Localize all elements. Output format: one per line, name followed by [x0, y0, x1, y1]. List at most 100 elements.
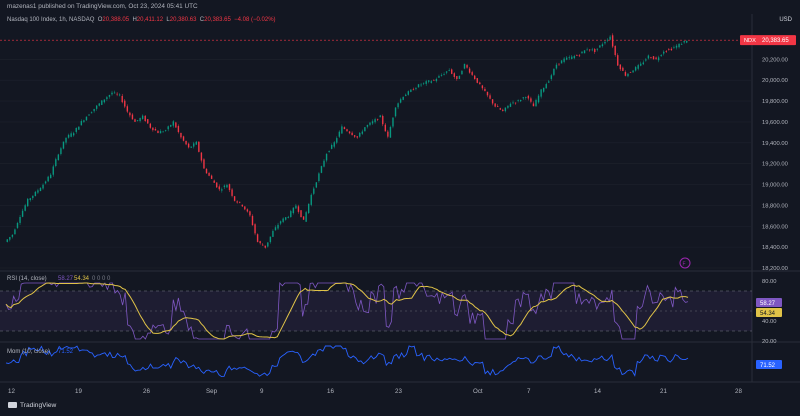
- candle-body: [57, 154, 60, 161]
- candle-body: [67, 134, 70, 138]
- candle-body: [571, 56, 573, 59]
- rsi-tick-label: 20.00: [762, 339, 777, 345]
- candle-body: [379, 115, 381, 118]
- candle-body: [655, 57, 657, 59]
- candle-body: [141, 115, 144, 119]
- candle-body: [88, 114, 90, 116]
- candle-body: [507, 105, 509, 108]
- candle-body: [65, 137, 67, 143]
- candle-body: [338, 131, 341, 137]
- candle-body: [471, 72, 473, 75]
- price-tick-label: 20,200.00: [762, 57, 788, 63]
- candle-body: [341, 126, 343, 134]
- candle-body: [474, 75, 476, 80]
- candle-body: [200, 152, 203, 161]
- candle-body: [512, 102, 514, 104]
- candle-body: [185, 140, 187, 145]
- candle-body: [292, 207, 295, 214]
- candle-series[interactable]: [6, 33, 688, 249]
- candle-body: [14, 229, 16, 235]
- time-tick-label: 12: [8, 388, 15, 395]
- candle-body: [175, 122, 177, 128]
- candle-body: [16, 222, 19, 228]
- candle-body: [295, 205, 297, 209]
- candle-body: [108, 94, 111, 97]
- chart-canvas[interactable]: 20,200.00 20,000.00 19,800.00 19,600.00 19,4…: [0, 0, 800, 416]
- candle-body: [333, 142, 335, 147]
- candle-body: [290, 211, 292, 218]
- candle-body: [302, 216, 305, 220]
- candle-body: [560, 60, 563, 64]
- candle-body: [458, 75, 461, 79]
- candle-body: [555, 64, 558, 69]
- candle-body: [249, 211, 251, 216]
- candle-body: [218, 186, 220, 190]
- candle-body: [468, 68, 471, 73]
- candle-body: [356, 136, 358, 138]
- candle-body: [80, 121, 83, 126]
- candle-body: [9, 237, 11, 240]
- candle-body: [55, 159, 57, 167]
- candle-body: [330, 144, 333, 149]
- candle-body: [476, 78, 478, 83]
- candle-body: [52, 166, 54, 175]
- candle-body: [438, 76, 440, 78]
- candle-body: [210, 175, 213, 179]
- price-axis[interactable]: 20,200.00 20,000.00 19,800.00 19,600.00 19,4…: [762, 57, 788, 272]
- candle-body: [456, 76, 458, 80]
- candle-body: [535, 99, 537, 107]
- candle-body: [683, 41, 685, 43]
- candle-body: [583, 50, 586, 54]
- last-price-tag: NDX: [744, 38, 756, 44]
- candle-body: [300, 210, 302, 218]
- candle-body: [596, 48, 599, 50]
- candle-body: [103, 99, 106, 103]
- candle-body: [254, 224, 256, 234]
- candle-body: [599, 45, 601, 48]
- candle-body: [614, 45, 616, 56]
- candle-body: [297, 206, 300, 212]
- candle-body: [665, 50, 667, 52]
- candle-body: [21, 210, 24, 217]
- candle-body: [382, 115, 384, 125]
- candle-body: [387, 131, 389, 137]
- rsi-label[interactable]: RSI (14, close): [7, 276, 47, 282]
- candle-body: [287, 216, 289, 218]
- candle-body: [425, 81, 427, 84]
- candle-body: [548, 81, 550, 83]
- time-tick-label: 7: [527, 388, 531, 395]
- candle-body: [351, 132, 353, 136]
- candle-body: [645, 59, 647, 61]
- candle-body: [604, 41, 606, 44]
- time-tick-label: 23: [395, 388, 402, 395]
- candle-body: [205, 168, 208, 174]
- candle-body: [402, 96, 404, 100]
- candle-body: [361, 131, 364, 134]
- candle-body: [637, 65, 639, 69]
- candle-body: [407, 91, 410, 95]
- candle-body: [29, 198, 31, 201]
- candle-body: [328, 151, 330, 153]
- price-tick-label: 18,800.00: [762, 203, 788, 209]
- mom-label[interactable]: Mom (10, close): [7, 349, 50, 355]
- candle-body: [113, 92, 116, 94]
- candle-body: [542, 87, 545, 92]
- momentum-line[interactable]: [5, 345, 689, 378]
- candle-body: [180, 132, 182, 138]
- mom-value-tag: 71.52: [760, 363, 776, 369]
- candle-body: [525, 97, 527, 98]
- candle-body: [193, 143, 195, 147]
- candle-body: [399, 99, 402, 103]
- candle-body: [279, 221, 282, 224]
- candle-body: [632, 70, 634, 73]
- time-axis[interactable]: 12 19 26 Sep 9 16 23 Oct 7 14 21 28: [8, 388, 742, 395]
- candle-body: [216, 182, 218, 188]
- candle-body: [124, 100, 126, 107]
- candle-body: [443, 74, 445, 75]
- candle-body: [131, 114, 134, 120]
- candle-body: [397, 103, 399, 108]
- candle-body: [663, 51, 665, 54]
- candle-body: [466, 65, 468, 68]
- candle-body: [668, 49, 670, 50]
- candle-body: [364, 127, 366, 132]
